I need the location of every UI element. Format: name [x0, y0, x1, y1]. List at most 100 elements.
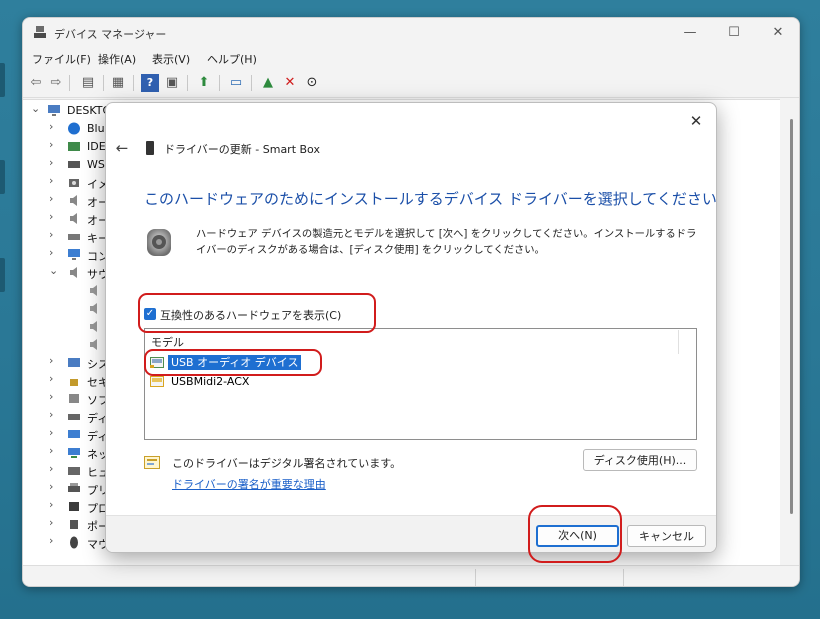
printer-icon [68, 483, 80, 492]
chevron-right-icon[interactable]: › [49, 120, 59, 133]
menu-help[interactable]: ヘルプ(H) [207, 51, 257, 67]
driver-icon [150, 376, 164, 387]
dialog-description: ハードウェア デバイスの製造元とモデルを選択して [次へ] をクリックしてくださ… [196, 228, 697, 256]
toolbar-separator [187, 75, 188, 91]
window-title: デバイス マネージャー [54, 28, 167, 41]
menu-file[interactable]: ファイル(F) [32, 51, 91, 67]
chevron-right-icon[interactable]: › [49, 210, 59, 223]
signature-status: このドライバーはデジタル署名されています。 [172, 457, 402, 470]
chevron-right-icon[interactable]: › [49, 372, 59, 385]
menu-bar: ファイル(F) 操作(A) 表示(V) ヘルプ(H) [23, 50, 799, 68]
ide-controller-icon [68, 142, 80, 151]
speaker-icon [70, 195, 77, 206]
close-button[interactable]: ✕ [763, 23, 793, 43]
dialog-footer: 次へ(N) キャンセル [106, 515, 716, 552]
dialog-title: ドライバーの更新 - Smart Box [164, 143, 320, 156]
update-driver-icon[interactable]: ⬆ [195, 74, 213, 92]
help-icon[interactable]: ? [141, 74, 159, 92]
network-adapter-icon [68, 448, 80, 458]
have-disk-button[interactable]: ディスク使用(H)... [583, 449, 697, 471]
uninstall-device-icon[interactable]: ✕ [281, 74, 299, 92]
processor-icon [69, 502, 79, 511]
model-list[interactable]: モデル USB オーディオ デバイス USBMidi2-ACX [144, 328, 697, 440]
disk-drive-icon [68, 414, 80, 420]
chevron-right-icon[interactable]: › [49, 534, 59, 547]
chevron-down-icon[interactable]: ⌄ [49, 264, 59, 277]
toolbar-separator [103, 75, 104, 91]
chevron-right-icon[interactable]: › [49, 156, 59, 169]
chevron-right-icon[interactable]: › [49, 462, 59, 475]
chevron-right-icon[interactable]: › [49, 480, 59, 493]
speaker-icon [90, 339, 97, 350]
menu-view[interactable]: 表示(V) [152, 51, 190, 67]
console-icon[interactable]: ▣ [163, 74, 181, 92]
tree-item-label: IDE [87, 140, 106, 153]
bluetooth-icon [68, 122, 80, 135]
hid-icon [68, 467, 80, 475]
title-bar: デバイス マネージャー — ☐ ✕ [23, 18, 799, 48]
display-adapter-icon [68, 430, 80, 438]
toolbar-separator [251, 75, 252, 91]
device-manager-icon [34, 26, 46, 38]
chevron-right-icon[interactable]: › [49, 228, 59, 241]
speaker-icon [70, 267, 77, 278]
toolbar: ⇦ ⇨ ▤ ▦ ? ▣ ⬆ ▭ ▲ ✕ ⊙ [23, 71, 799, 98]
minimize-button[interactable]: — [675, 23, 705, 43]
speaker-icon [90, 285, 97, 296]
back-arrow-icon[interactable]: ⇦ [27, 74, 45, 92]
chevron-down-icon[interactable]: ⌄ [31, 102, 41, 115]
wsd-printer-icon [68, 161, 80, 168]
cancel-button[interactable]: キャンセル [627, 525, 706, 547]
mouse-icon [70, 536, 78, 549]
desktop-edge-mark [0, 160, 5, 194]
forward-arrow-icon[interactable]: ⇨ [47, 74, 65, 92]
status-divider [475, 569, 476, 586]
desktop-edge-mark [0, 63, 5, 97]
tree-scrollbar[interactable] [790, 119, 793, 514]
chevron-right-icon[interactable]: › [49, 516, 59, 529]
camera-icon [69, 179, 79, 187]
speaker-icon [90, 303, 97, 314]
chevron-right-icon[interactable]: › [49, 246, 59, 259]
system-devices-icon [68, 358, 80, 367]
keyboard-icon [68, 234, 80, 240]
security-devices-icon [70, 379, 78, 386]
status-bar [23, 565, 799, 586]
software-device-icon [69, 394, 79, 403]
list-scrollbar[interactable] [678, 330, 695, 354]
dialog-close-icon[interactable]: ✕ [682, 109, 710, 133]
chevron-right-icon[interactable]: › [49, 138, 59, 151]
chevron-right-icon[interactable]: › [49, 408, 59, 421]
model-column-header: モデル [151, 336, 184, 349]
chevron-right-icon[interactable]: › [49, 444, 59, 457]
chevron-right-icon[interactable]: › [49, 174, 59, 187]
annotation-highlight [144, 349, 322, 376]
add-driver-icon[interactable]: ▲ [259, 74, 277, 92]
chevron-right-icon[interactable]: › [49, 192, 59, 205]
back-arrow-icon[interactable]: ← [112, 138, 132, 158]
dialog-heading: このハードウェアのためにインストールするデバイス ドライバーを選択してください。 [144, 190, 717, 208]
toolbar-separator [219, 75, 220, 91]
model-item-label[interactable]: USBMidi2-ACX [168, 374, 252, 389]
monitor-icon [68, 249, 80, 260]
show-hide-tree-icon[interactable]: ▤ [79, 74, 97, 92]
signature-info-link[interactable]: ドライバーの署名が重要な理由 [172, 476, 326, 492]
chevron-right-icon[interactable]: › [49, 498, 59, 511]
computer-icon [48, 105, 60, 116]
port-icon [70, 520, 78, 529]
scan-hardware-icon[interactable]: ▭ [227, 74, 245, 92]
toolbar-separator [133, 75, 134, 91]
speaker-icon [70, 213, 77, 224]
chevron-right-icon[interactable]: › [49, 354, 59, 367]
annotation-highlight [528, 505, 622, 563]
annotation-highlight [138, 293, 376, 333]
download-icon[interactable]: ⊙ [303, 74, 321, 92]
maximize-button[interactable]: ☐ [719, 23, 749, 43]
signed-driver-icon [144, 456, 160, 469]
chevron-right-icon[interactable]: › [49, 426, 59, 439]
menu-action[interactable]: 操作(A) [98, 51, 136, 67]
chevron-right-icon[interactable]: › [49, 390, 59, 403]
properties-icon[interactable]: ▦ [109, 74, 127, 92]
status-divider [623, 569, 624, 586]
toolbar-separator [69, 75, 70, 91]
